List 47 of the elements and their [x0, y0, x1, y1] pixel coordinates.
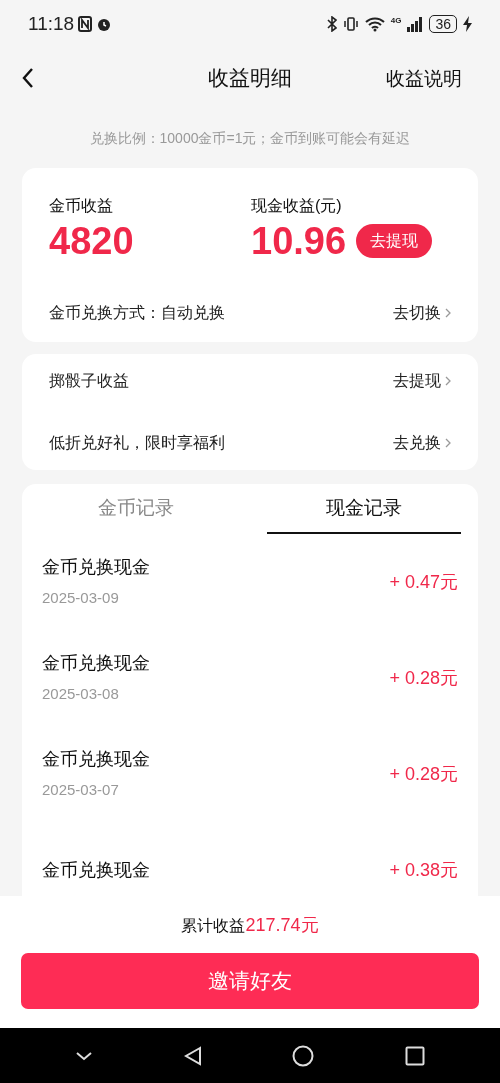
record-date: 2025-03-07 [42, 780, 120, 801]
exchange-mode-label: 金币兑换方式：自动兑换 [49, 303, 225, 323]
promo-link[interactable]: 去兑换 [393, 431, 451, 455]
earnings-info-link[interactable]: 收益说明 [386, 65, 462, 94]
nfc-icon [78, 16, 93, 32]
record-date: 2025-03-08 [42, 684, 120, 705]
wifi-icon [364, 16, 385, 32]
record-amount: + 0.28元 [389, 666, 458, 690]
chevron-right-icon [445, 438, 451, 448]
alarm-icon [96, 16, 113, 32]
record-amount: + 0.28元 [389, 762, 458, 786]
record-title: 金币兑换现金 [42, 652, 150, 676]
chevron-right-icon [445, 376, 451, 386]
charging-icon [463, 16, 472, 32]
coin-earnings-value: 4820 [49, 219, 135, 264]
vibrate-icon [342, 16, 359, 32]
total-earnings: 累计收益217.74元 [181, 914, 319, 937]
exchange-notice: 兑换比例：10000金币=1元；金币到账可能会有延迟 [89, 128, 411, 148]
record-tab[interactable]: 金币记录 [39, 484, 233, 534]
cash-earnings-value: 10.96 [251, 219, 347, 264]
back-nav-icon[interactable] [183, 1045, 202, 1066]
network-label: 4G [390, 17, 402, 25]
withdraw-button[interactable]: 去提现 [356, 224, 433, 258]
clock-time: 11:18 [28, 11, 75, 36]
switch-mode-link[interactable]: 去切换 [393, 301, 451, 325]
signal-icon [407, 16, 424, 32]
cash-earnings-label: 现金收益(元) [251, 196, 343, 216]
record-amount: + 0.47元 [389, 570, 458, 594]
invite-button[interactable]: 邀请好友 [21, 953, 479, 1009]
coin-earnings-label: 金币收益 [49, 196, 114, 216]
recents-icon[interactable] [404, 1045, 425, 1066]
chevron-right-icon [445, 308, 451, 318]
bluetooth-icon [326, 16, 337, 32]
promo-label: 低折兑好礼，限时享福利 [49, 433, 225, 453]
promo-link[interactable]: 去提现 [393, 369, 451, 393]
record-tab[interactable]: 现金记录 [267, 484, 461, 534]
home-icon[interactable] [292, 1044, 315, 1067]
record-title: 金币兑换现金 [42, 556, 150, 580]
promo-label: 掷骰子收益 [49, 371, 129, 391]
record-title: 金币兑换现金 [42, 748, 150, 772]
back-icon [22, 67, 34, 89]
page-title: 收益明细 [208, 65, 292, 92]
collapse-icon[interactable] [75, 1050, 94, 1061]
record-date: 2025-03-09 [42, 588, 120, 609]
record-amount: + 0.38元 [389, 858, 458, 882]
record-title: 金币兑换现金 [42, 858, 150, 882]
battery-level: 36 [429, 15, 457, 33]
